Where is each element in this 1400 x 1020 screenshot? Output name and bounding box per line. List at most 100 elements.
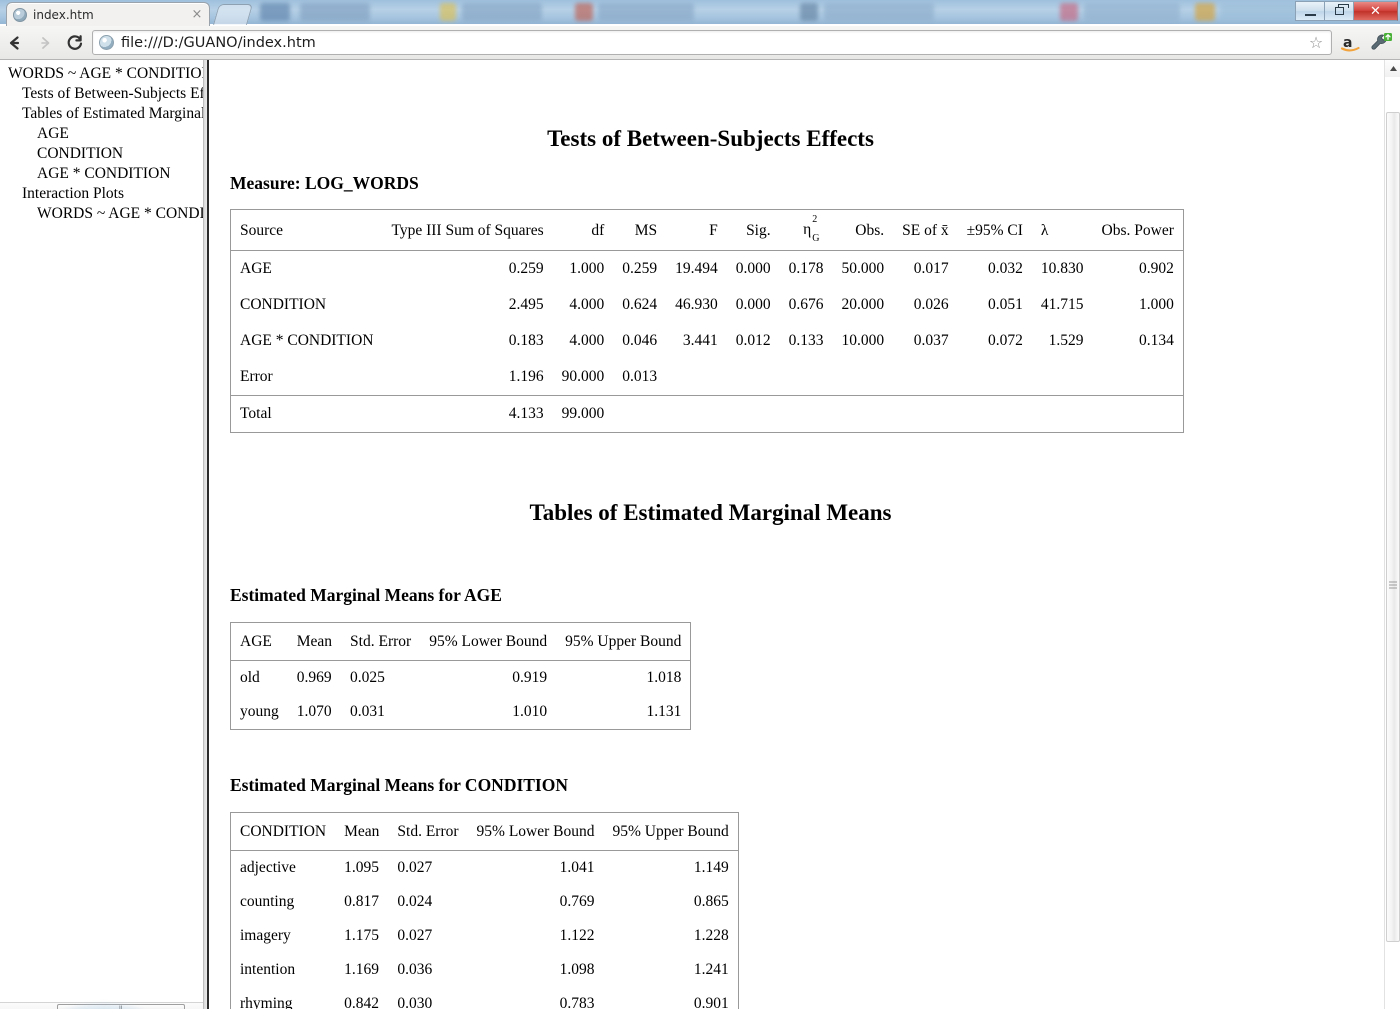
forward-button[interactable] [30, 28, 60, 58]
amazon-extension-button[interactable]: a [1336, 28, 1366, 58]
sidebar-item-condition[interactable]: CONDITION [0, 144, 203, 164]
anova-table-body: AGE 0.259 1.000 0.259 19.494 0.000 0.178… [230, 251, 1184, 433]
cell-source: CONDITION [240, 296, 327, 314]
sidebar-item-age[interactable]: AGE [0, 124, 203, 144]
cell-df: 99.000 [552, 395, 614, 433]
sidebar-item-tables-marginal-means[interactable]: Tables of Estimated Marginal Means [0, 104, 203, 124]
cell-sig: 0.000 [735, 260, 771, 278]
cell-ms: 0.013 [622, 368, 658, 386]
col-lower-bound: 95% Lower Bound [420, 622, 557, 661]
cell-ms [613, 395, 667, 433]
table-header-row: Source Type III Sum of Squares df MS F S… [230, 209, 1184, 252]
frameset: WORDS ~ AGE * CONDITION Tests of Between… [0, 60, 1400, 1020]
measure-label: Measure: LOG_WORDS [230, 173, 419, 193]
globe-icon [13, 8, 27, 22]
cell-std-error: 0.027 [397, 859, 433, 876]
back-button[interactable] [0, 28, 30, 58]
table-row: intention 1.169 0.036 1.098 1.241 [231, 953, 739, 987]
sidebar-item-age-condition[interactable]: AGE * CONDITION [0, 164, 203, 184]
cell-mean: 1.095 [344, 859, 379, 876]
table-row-total: Total 4.133 99.000 [230, 395, 1184, 433]
document-vertical-scrollbar[interactable] [1384, 60, 1400, 1020]
cell-power: 0.134 [1139, 332, 1174, 350]
table-header-row: AGE Mean Std. Error 95% Lower Bound 95% … [230, 622, 691, 661]
cell-ss: 2.495 [508, 296, 544, 314]
cell-ci [958, 359, 1032, 396]
cell-sig [726, 395, 780, 433]
bookmark-star-icon[interactable]: ☆ [1305, 33, 1327, 52]
age-table-body: old 0.969 0.025 0.919 1.018 young 1.070 … [231, 661, 691, 730]
cell-power: 1.000 [1139, 296, 1174, 314]
cell-mean: 1.175 [344, 927, 379, 944]
sidebar-item-plot-words-age-condition[interactable]: WORDS ~ AGE * CONDITION [0, 204, 203, 224]
col-obs: Obs. [832, 209, 894, 252]
browser-tab[interactable]: index.htm × [6, 2, 210, 27]
amazon-icon: a [1340, 35, 1360, 51]
restore-button[interactable] [1324, 1, 1353, 21]
col-age: AGE [230, 622, 288, 661]
wrench-menu-button[interactable] [1366, 28, 1396, 58]
col-ms: MS [613, 209, 667, 252]
cell-upper-bound: 0.865 [693, 893, 729, 910]
cell-power [1092, 395, 1184, 433]
sidebar-item-words-age-condition[interactable]: WORDS ~ AGE * CONDITION [0, 64, 203, 84]
cell-se: 0.026 [913, 296, 949, 314]
minimize-button[interactable] [1295, 1, 1324, 21]
cell-lower-bound: 1.098 [559, 961, 595, 978]
cell-ci: 0.032 [988, 260, 1023, 278]
minimize-icon [1304, 13, 1316, 16]
back-arrow-icon [9, 35, 20, 50]
cell-ss: 4.133 [382, 395, 553, 433]
cell-sig: 0.000 [735, 296, 771, 314]
cell-upper-bound: 1.149 [693, 859, 729, 876]
cell-obs: 50.000 [841, 260, 885, 278]
cell-power [1093, 359, 1184, 396]
close-window-button[interactable]: ✕ [1353, 1, 1398, 21]
cell-source: Total [230, 395, 383, 433]
cell-condition-level: intention [240, 961, 296, 978]
cell-obs: 20.000 [841, 296, 885, 314]
cell-obs [833, 359, 894, 396]
reload-icon [67, 34, 83, 50]
cell-eta: 0.133 [788, 332, 824, 350]
table-row: counting 0.817 0.024 0.769 0.865 [231, 885, 739, 919]
forward-arrow-icon [41, 36, 50, 49]
restore-icon [1334, 4, 1349, 15]
tab-strip: index.htm × ✕ [0, 0, 1400, 27]
window-bottom-edge [0, 1009, 1400, 1020]
col-df: df [552, 209, 614, 252]
cell-lower-bound: 0.919 [512, 669, 548, 686]
section-title-marginal-means: Tables of Estimated Marginal Means [529, 500, 892, 525]
sidebar-item-interaction-plots[interactable]: Interaction Plots [0, 184, 203, 204]
navigation-frame: WORDS ~ AGE * CONDITION Tests of Between… [0, 60, 203, 1020]
sidebar-item-tests-between-subjects[interactable]: Tests of Between-Subjects Effects [0, 84, 203, 104]
cell-upper-bound: 1.018 [646, 669, 682, 686]
wrench-icon [1371, 32, 1392, 50]
browser-toolbar: file:///D:/GUANO/index.htm ☆ a [0, 26, 1400, 60]
cell-std-error: 0.036 [397, 961, 433, 978]
cell-lower-bound: 1.122 [559, 927, 595, 944]
col-lower-bound: 95% Lower Bound [467, 812, 604, 851]
col-eta-squared-g: η2G [779, 209, 833, 252]
cell-mean: 1.169 [344, 961, 379, 978]
col-mean: Mean [287, 622, 342, 661]
anova-table: Source Type III Sum of Squares df MS F S… [230, 209, 1184, 434]
reload-button[interactable] [60, 28, 90, 58]
cell-upper-bound: 1.228 [693, 927, 729, 944]
cell-obs [832, 395, 894, 433]
cell-sig: 0.012 [735, 332, 771, 350]
cell-ss: 0.183 [508, 332, 544, 350]
cell-upper-bound: 1.131 [646, 703, 682, 720]
cell-f [666, 359, 727, 396]
cell-df: 4.000 [569, 296, 605, 314]
close-icon[interactable]: × [191, 8, 203, 21]
new-tab-button[interactable] [212, 4, 254, 25]
cell-ci: 0.051 [988, 296, 1023, 314]
address-bar[interactable]: file:///D:/GUANO/index.htm ☆ [92, 30, 1332, 55]
table-row: adjective 1.095 0.027 1.041 1.149 [231, 851, 739, 886]
scroll-thumb[interactable] [1386, 112, 1400, 942]
cell-lambda: 41.715 [1040, 296, 1084, 314]
cell-ci [957, 395, 1032, 433]
scroll-up-arrow-icon[interactable] [1385, 60, 1400, 77]
cell-mean: 1.070 [296, 703, 332, 720]
